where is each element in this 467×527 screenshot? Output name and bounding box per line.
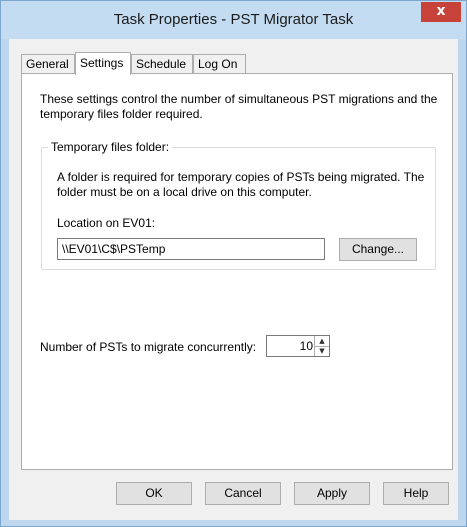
- tab-settings[interactable]: Settings: [75, 52, 131, 75]
- cancel-button[interactable]: Cancel: [205, 482, 281, 505]
- temp-folder-group: Temporary files folder: A folder is requ…: [41, 140, 436, 270]
- close-button[interactable]: x: [421, 2, 461, 22]
- spin-down-icon[interactable]: ▼: [315, 346, 329, 356]
- dialog-client-area: General Settings Schedule Log On These s…: [9, 39, 458, 520]
- tab-settings-label: Settings: [80, 56, 124, 70]
- concurrency-spinbox[interactable]: 10 ▲ ▼: [266, 335, 330, 357]
- settings-description: These settings control the number of sim…: [40, 92, 438, 121]
- change-button[interactable]: Change...: [339, 238, 417, 261]
- concurrency-value[interactable]: 10: [267, 336, 313, 356]
- tab-general-label: General: [26, 57, 69, 71]
- tab-log-on[interactable]: Log On: [193, 54, 246, 73]
- task-properties-dialog: Task Properties - PST Migrator Task x Ge…: [0, 0, 467, 527]
- tab-log-on-label: Log On: [198, 57, 238, 71]
- title-bar[interactable]: Task Properties - PST Migrator Task x: [1, 1, 466, 39]
- location-label: Location on EV01:: [57, 216, 156, 230]
- tab-schedule[interactable]: Schedule: [131, 54, 193, 73]
- concurrency-label: Number of PSTs to migrate concurrently:: [40, 340, 257, 354]
- tab-general[interactable]: General: [21, 54, 75, 73]
- close-icon: x: [436, 3, 446, 19]
- ok-button[interactable]: OK: [116, 482, 192, 505]
- temp-folder-group-title: Temporary files folder:: [48, 140, 173, 154]
- location-path-input[interactable]: [57, 238, 325, 260]
- spin-buttons: ▲ ▼: [314, 336, 329, 356]
- help-button[interactable]: Help: [383, 482, 449, 505]
- window-title: Task Properties - PST Migrator Task: [113, 11, 354, 28]
- tab-schedule-label: Schedule: [136, 57, 187, 71]
- apply-button[interactable]: Apply: [294, 482, 370, 505]
- settings-panel: These settings control the number of sim…: [21, 73, 453, 470]
- temp-folder-info: A folder is required for temporary copie…: [57, 170, 425, 199]
